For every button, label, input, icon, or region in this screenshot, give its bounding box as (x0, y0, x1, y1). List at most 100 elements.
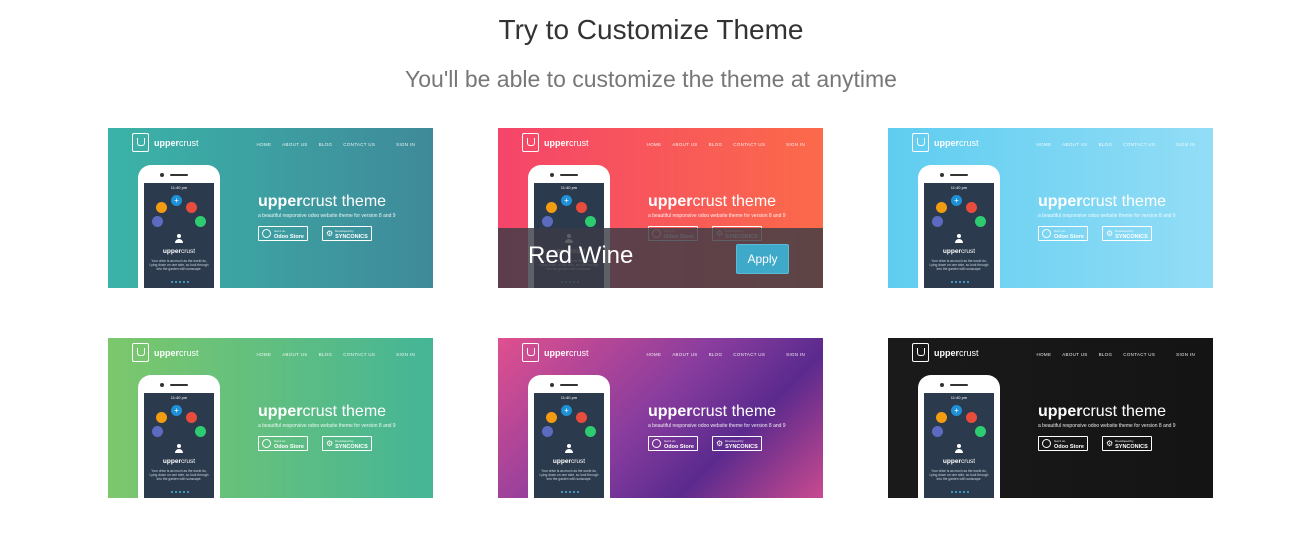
video-icon (186, 412, 197, 423)
plus-icon: + (171, 405, 182, 416)
preview-hero-title: uppercrust theme (1038, 403, 1167, 420)
preview-logo: uppercrust (132, 133, 199, 152)
odoo-store-badge: Get it on Odoo Store (258, 226, 308, 241)
preview-logo: uppercrust (132, 343, 199, 362)
phone-screen: 11:40 pm + uppercrust Your drive is as m… (534, 393, 604, 498)
theme-card-6[interactable]: uppercrust HOME ABOUT US BLOG CONTACT US… (888, 338, 1213, 498)
gear-icon: ⚙ (325, 438, 334, 448)
preview-nav: HOME ABOUT US BLOG CONTACT US SIGN IN (1036, 352, 1195, 357)
odoo-store-badge: Get it on Odoo Store (258, 436, 308, 451)
location-icon (975, 216, 986, 227)
apply-button[interactable]: Apply (736, 244, 789, 274)
video-icon (966, 202, 977, 213)
preview-hero-title: uppercrust theme (1038, 193, 1167, 210)
briefcase-icon (546, 412, 557, 423)
preview-hero-title: uppercrust theme (648, 403, 777, 420)
phone-screen: 11:40 pm + uppercrust Your drive is as m… (924, 393, 994, 498)
location-icon (585, 216, 596, 227)
gear-icon: ⚙ (1105, 228, 1114, 238)
video-icon (576, 202, 587, 213)
odoo-icon (262, 229, 271, 238)
pager-dots (951, 281, 969, 283)
video-icon (966, 412, 977, 423)
gear-icon: ⚙ (715, 438, 724, 448)
preview-nav: HOME ABOUT US BLOG CONTACT US SIGN IN (256, 142, 415, 147)
pager-dots (951, 491, 969, 493)
theme-card-3[interactable]: uppercrust HOME ABOUT US BLOG CONTACT US… (888, 128, 1213, 288)
pager-dots (171, 491, 189, 493)
theme-name: Red Wine (528, 242, 634, 269)
plus-icon: + (951, 405, 962, 416)
odoo-icon (1042, 439, 1051, 448)
preview-nav: HOME ABOUT US BLOG CONTACT US SIGN IN (646, 352, 805, 357)
theme-card-2[interactable]: uppercrust HOME ABOUT US BLOG CONTACT US… (498, 128, 823, 288)
plus-icon: + (561, 195, 572, 206)
synconics-badge: ⚙ Developed by SYNCONICS (321, 226, 372, 241)
briefcase-icon (546, 202, 557, 213)
user-icon (564, 444, 574, 454)
theme-card-1[interactable]: uppercrust HOME ABOUT US BLOG CONTACT US… (108, 128, 433, 288)
odoo-icon (262, 439, 271, 448)
crown-icon (912, 133, 929, 152)
phone-screen: 11:40 pm + uppercrust Your drive is as m… (144, 393, 214, 498)
briefcase-icon (936, 202, 947, 213)
synconics-badge: ⚙ Developed by SYNCONICS (711, 436, 762, 451)
pager-dots (561, 491, 579, 493)
chat-icon (152, 216, 163, 227)
crown-icon (522, 133, 539, 152)
location-icon (585, 426, 596, 437)
video-icon (186, 202, 197, 213)
briefcase-icon (156, 412, 167, 423)
user-icon (954, 444, 964, 454)
plus-icon: + (171, 195, 182, 206)
crown-icon (522, 343, 539, 362)
phone-mockup: 11:40 pm + uppercrust Your drive is as m… (528, 375, 610, 498)
preview-logo: uppercrust (522, 343, 589, 362)
phone-mockup: 11:40 pm + uppercrust Your drive is as m… (138, 375, 220, 498)
chat-icon (932, 216, 943, 227)
plus-icon: + (951, 195, 962, 206)
preview-logo: uppercrust (912, 343, 979, 362)
location-icon (195, 216, 206, 227)
odoo-icon (652, 439, 661, 448)
user-icon (174, 234, 184, 244)
phone-screen: 11:40 pm + uppercrust Your drive is as m… (924, 183, 994, 288)
crown-icon (132, 133, 149, 152)
preview-nav: HOME ABOUT US BLOG CONTACT US SIGN IN (646, 142, 805, 147)
chat-icon (542, 216, 553, 227)
briefcase-icon (936, 412, 947, 423)
pager-dots (171, 281, 189, 283)
video-icon (576, 412, 587, 423)
theme-hover-overlay: Red Wine Apply (498, 228, 823, 288)
preview-hero-title: uppercrust theme (648, 193, 777, 210)
location-icon (975, 426, 986, 437)
odoo-store-badge: Get it on Odoo Store (1038, 226, 1088, 241)
crown-icon (912, 343, 929, 362)
preview-nav: HOME ABOUT US BLOG CONTACT US SIGN IN (1036, 142, 1195, 147)
plus-icon: + (561, 405, 572, 416)
page-subtitle: You'll be able to customize the theme at… (405, 66, 897, 92)
phone-screen: 11:40 pm + uppercrust Your drive is as m… (144, 183, 214, 288)
preview-hero-title: uppercrust theme (258, 403, 387, 420)
phone-mockup: 11:40 pm + uppercrust Your drive is as m… (918, 165, 1000, 288)
preview-logo: uppercrust (912, 133, 979, 152)
chat-icon (542, 426, 553, 437)
user-icon (954, 234, 964, 244)
synconics-badge: ⚙ Developed by SYNCONICS (1101, 226, 1152, 241)
gear-icon: ⚙ (1105, 438, 1114, 448)
synconics-badge: ⚙ Developed by SYNCONICS (321, 436, 372, 451)
odoo-store-badge: Get it on Odoo Store (1038, 436, 1088, 451)
user-icon (174, 444, 184, 454)
crown-icon (132, 343, 149, 362)
page-title: Try to Customize Theme (498, 14, 804, 45)
chat-icon (152, 426, 163, 437)
location-icon (195, 426, 206, 437)
preview-logo: uppercrust (522, 133, 589, 152)
phone-mockup: 11:40 pm + uppercrust Your drive is as m… (918, 375, 1000, 498)
theme-card-5[interactable]: uppercrust HOME ABOUT US BLOG CONTACT US… (498, 338, 823, 498)
synconics-badge: ⚙ Developed by SYNCONICS (1101, 436, 1152, 451)
chat-icon (932, 426, 943, 437)
odoo-icon (1042, 229, 1051, 238)
theme-card-4[interactable]: uppercrust HOME ABOUT US BLOG CONTACT US… (108, 338, 433, 498)
preview-nav: HOME ABOUT US BLOG CONTACT US SIGN IN (256, 352, 415, 357)
